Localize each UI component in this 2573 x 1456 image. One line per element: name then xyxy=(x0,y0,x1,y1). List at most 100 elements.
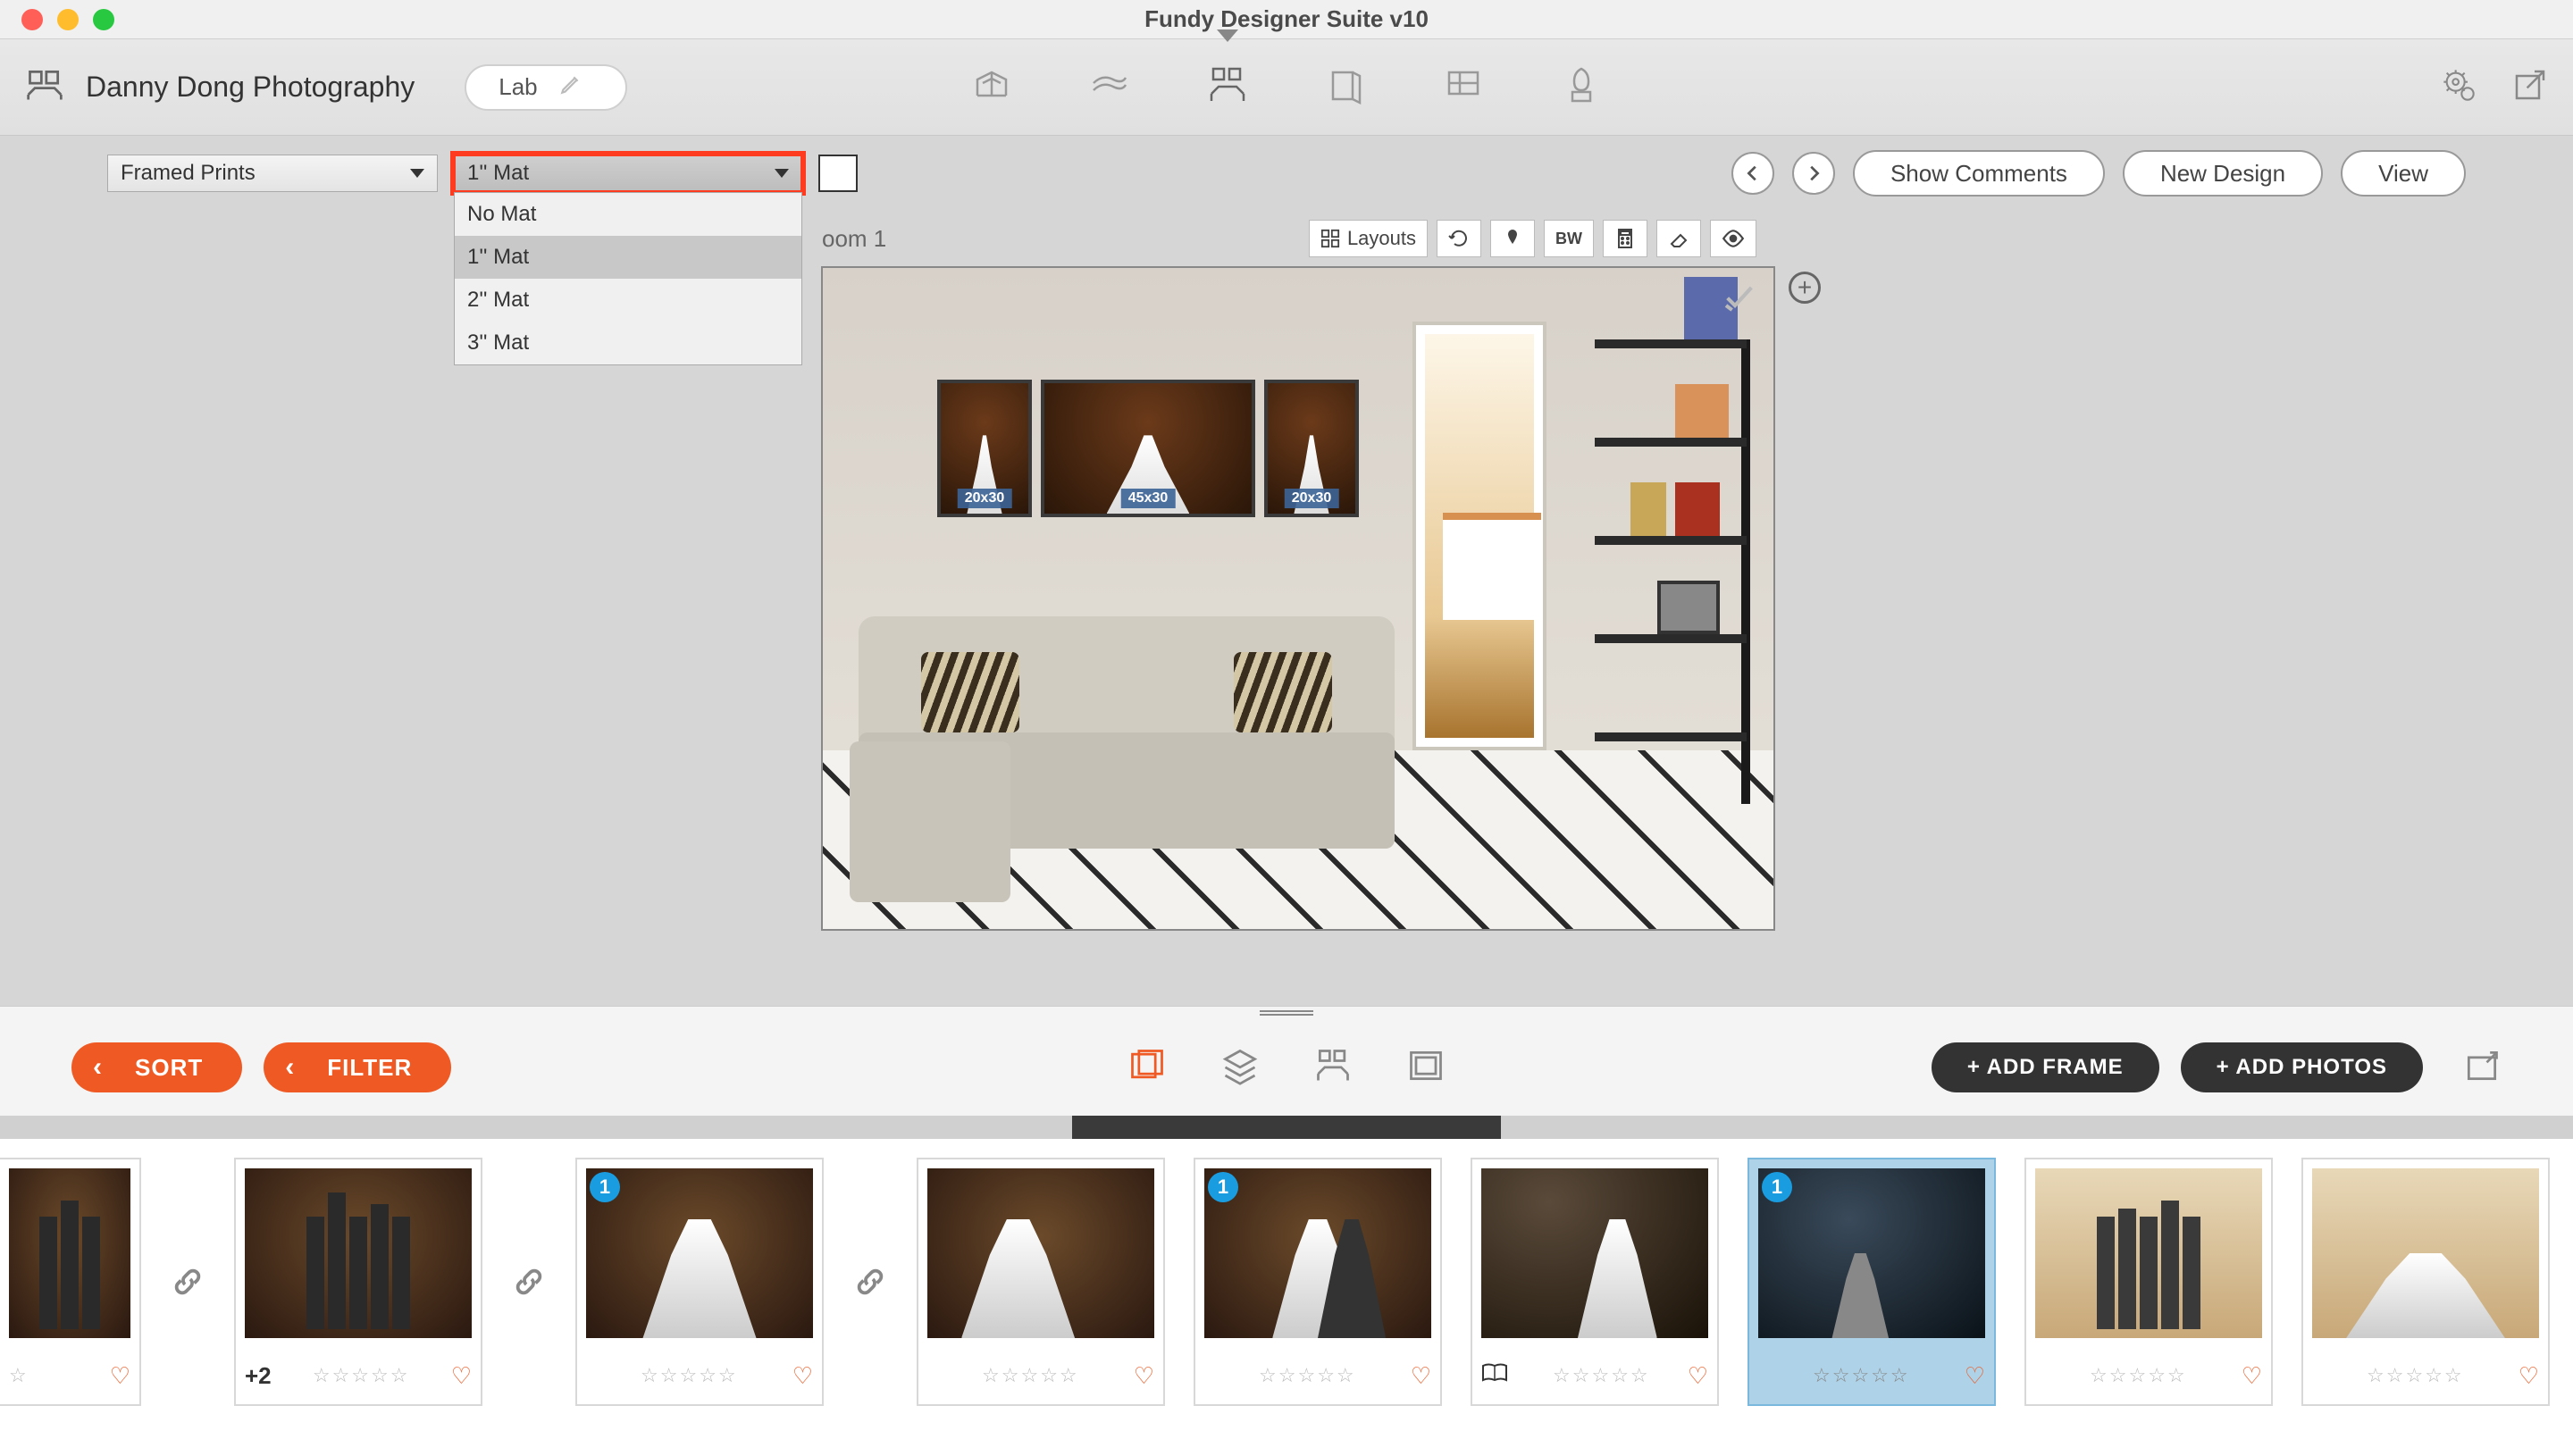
bottom-panel: ‹ SORT ‹ FILTER + ADD FRAME + ADD PHOT xyxy=(0,1006,2573,1425)
mat-option-3-mat[interactable]: 3'' Mat xyxy=(455,322,801,364)
room-preview[interactable]: 20x30 45x30 20x30 xyxy=(821,266,1775,931)
proofer-mode-icon[interactable] xyxy=(1088,63,1131,111)
prev-design-button[interactable] xyxy=(1731,152,1774,195)
favorite-icon[interactable]: ♡ xyxy=(2519,1362,2539,1390)
minimize-window-button[interactable] xyxy=(57,9,79,30)
eraser-button[interactable] xyxy=(1656,220,1701,257)
rating-stars[interactable]: ☆☆☆☆☆ xyxy=(1553,1364,1650,1387)
image-brander-mode-icon[interactable] xyxy=(1442,63,1485,111)
rating-stars[interactable]: ☆☆☆☆☆ xyxy=(641,1364,738,1387)
mat-color-swatch[interactable] xyxy=(818,155,858,192)
thumbnail-strip[interactable]: ☆ ♡ +2 ☆☆☆☆☆ ♡ 1 ☆☆☆☆☆ ♡ xyxy=(0,1139,2573,1425)
show-comments-button[interactable]: Show Comments xyxy=(1853,150,2105,197)
thumbnail-card[interactable]: +2 ☆☆☆☆☆ ♡ xyxy=(234,1158,482,1406)
window-title: Fundy Designer Suite v10 xyxy=(1144,5,1429,33)
mat-dropdown-panel: No Mat 1'' Mat 2'' Mat 3'' Mat xyxy=(454,192,802,365)
thumbnail-card[interactable]: ☆☆☆☆☆ ♡ xyxy=(917,1158,1165,1406)
settings-icon[interactable] xyxy=(2441,67,2477,107)
tab-strip[interactable] xyxy=(0,1116,2573,1139)
thumbnail-card-selected[interactable]: 1 ☆☆☆☆☆ ♡ xyxy=(1747,1158,1996,1406)
add-frame-button[interactable]: + ADD FRAME xyxy=(1932,1042,2159,1092)
wall-frame-2[interactable]: 45x30 xyxy=(1041,380,1255,517)
favorite-icon[interactable]: ♡ xyxy=(1965,1362,1985,1390)
bottom-right-actions: + ADD FRAME + ADD PHOTOS xyxy=(1932,1042,2502,1092)
cards-mode-icon[interactable] xyxy=(1324,63,1367,111)
expand-panel-icon[interactable] xyxy=(2462,1046,2502,1090)
wall-frame-1[interactable]: 20x30 xyxy=(937,380,1032,517)
frame-size-label: 20x30 xyxy=(1285,489,1339,508)
thumbnail-card[interactable]: ☆☆☆☆☆ ♡ xyxy=(2301,1158,2550,1406)
mat-option-1-mat[interactable]: 1'' Mat xyxy=(455,236,801,279)
next-design-button[interactable] xyxy=(1792,152,1835,195)
rating-stars[interactable]: ☆☆☆☆☆ xyxy=(982,1364,1079,1387)
pin-button[interactable] xyxy=(1490,220,1535,257)
bw-label: BW xyxy=(1555,230,1582,248)
controls-bar: Framed Prints 1'' Mat No Mat 1'' Mat 2''… xyxy=(0,136,2573,211)
rotate-button[interactable] xyxy=(1437,220,1481,257)
thumbnail-card[interactable]: 1 ☆☆☆☆☆ ♡ xyxy=(1194,1158,1442,1406)
view-button[interactable]: View xyxy=(2341,150,2466,197)
favorite-icon[interactable]: ♡ xyxy=(2242,1362,2262,1390)
mat-option-2-mat[interactable]: 2'' Mat xyxy=(455,279,801,322)
pencil-icon xyxy=(559,72,582,102)
rating-stars[interactable]: ☆ xyxy=(9,1364,29,1387)
rating-stars[interactable]: ☆☆☆☆☆ xyxy=(1813,1364,1910,1387)
filter-button[interactable]: ‹ FILTER xyxy=(264,1042,451,1092)
thumbnail-card[interactable]: 1 ☆☆☆☆☆ ♡ xyxy=(575,1158,824,1406)
frame-size-label: 20x30 xyxy=(958,489,1012,508)
favorite-icon[interactable]: ♡ xyxy=(792,1362,813,1390)
bw-button[interactable]: BW xyxy=(1544,220,1594,257)
photos-view-icon[interactable] xyxy=(1127,1046,1167,1090)
favorite-icon[interactable]: ♡ xyxy=(451,1362,472,1390)
usage-badge: 1 xyxy=(1762,1172,1792,1202)
layers-view-icon[interactable] xyxy=(1220,1046,1260,1090)
active-tab-indicator xyxy=(1072,1116,1501,1139)
favorite-icon[interactable]: ♡ xyxy=(110,1362,130,1390)
frames-view-icon[interactable] xyxy=(1406,1046,1446,1090)
print-type-dropdown[interactable]: Framed Prints xyxy=(107,155,438,192)
canvas-toolbar: Layouts BW xyxy=(1309,220,1756,257)
wall-frames[interactable]: 20x30 45x30 20x30 xyxy=(937,380,1359,517)
wall-art-mode-icon[interactable] xyxy=(1206,63,1249,111)
calculator-button[interactable] xyxy=(1603,220,1647,257)
thumbnail-card[interactable]: ☆☆☆☆☆ ♡ xyxy=(1471,1158,1719,1406)
close-window-button[interactable] xyxy=(21,9,43,30)
rating-stars[interactable]: ☆☆☆☆☆ xyxy=(2090,1364,2187,1387)
rating-stars[interactable]: ☆☆☆☆☆ xyxy=(1259,1364,1356,1387)
canvas-area: oom 1 Layouts BW + xyxy=(0,211,2573,1006)
rooms-view-icon[interactable] xyxy=(1313,1046,1353,1090)
traffic-lights xyxy=(0,9,114,30)
external-link-icon[interactable] xyxy=(2512,67,2548,107)
check-icon[interactable] xyxy=(1722,279,1757,319)
frame-size-label: 45x30 xyxy=(1121,489,1176,508)
project-icon[interactable] xyxy=(25,65,64,109)
chevron-down-icon xyxy=(410,169,424,178)
sort-button[interactable]: ‹ SORT xyxy=(71,1042,242,1092)
add-photos-button[interactable]: + ADD PHOTOS xyxy=(2181,1042,2423,1092)
lab-button[interactable]: Lab xyxy=(465,64,626,111)
mat-dropdown[interactable]: 1'' Mat xyxy=(454,155,802,192)
chevron-left-icon: ‹ xyxy=(285,1052,295,1083)
wall-frame-3[interactable]: 20x30 xyxy=(1264,380,1359,517)
visibility-button[interactable] xyxy=(1710,220,1756,257)
slideshow-mode-icon[interactable] xyxy=(1560,63,1603,111)
album-mode-icon[interactable] xyxy=(970,63,1013,111)
layouts-label: Layouts xyxy=(1347,227,1416,250)
panel-resize-handle[interactable] xyxy=(0,1007,2573,1019)
layouts-button[interactable]: Layouts xyxy=(1309,220,1428,257)
thumbnail-card[interactable]: ☆☆☆☆☆ ♡ xyxy=(2024,1158,2273,1406)
lab-label: Lab xyxy=(499,73,537,101)
new-design-button[interactable]: New Design xyxy=(2123,150,2323,197)
mat-selected-value: 1'' Mat xyxy=(467,161,529,186)
rating-stars[interactable]: ☆☆☆☆☆ xyxy=(2367,1364,2464,1387)
favorite-icon[interactable]: ♡ xyxy=(1688,1362,1708,1390)
maximize-window-button[interactable] xyxy=(93,9,114,30)
usage-badge: 1 xyxy=(1208,1172,1238,1202)
favorite-icon[interactable]: ♡ xyxy=(1134,1362,1154,1390)
thumbnail-card[interactable]: ☆ ♡ xyxy=(0,1158,141,1406)
favorite-icon[interactable]: ♡ xyxy=(1411,1362,1431,1390)
rating-stars[interactable]: ☆☆☆☆☆ xyxy=(313,1364,410,1387)
add-room-button[interactable]: + xyxy=(1789,272,1821,304)
sort-label: SORT xyxy=(135,1054,203,1082)
mat-option-no-mat[interactable]: No Mat xyxy=(455,193,801,236)
